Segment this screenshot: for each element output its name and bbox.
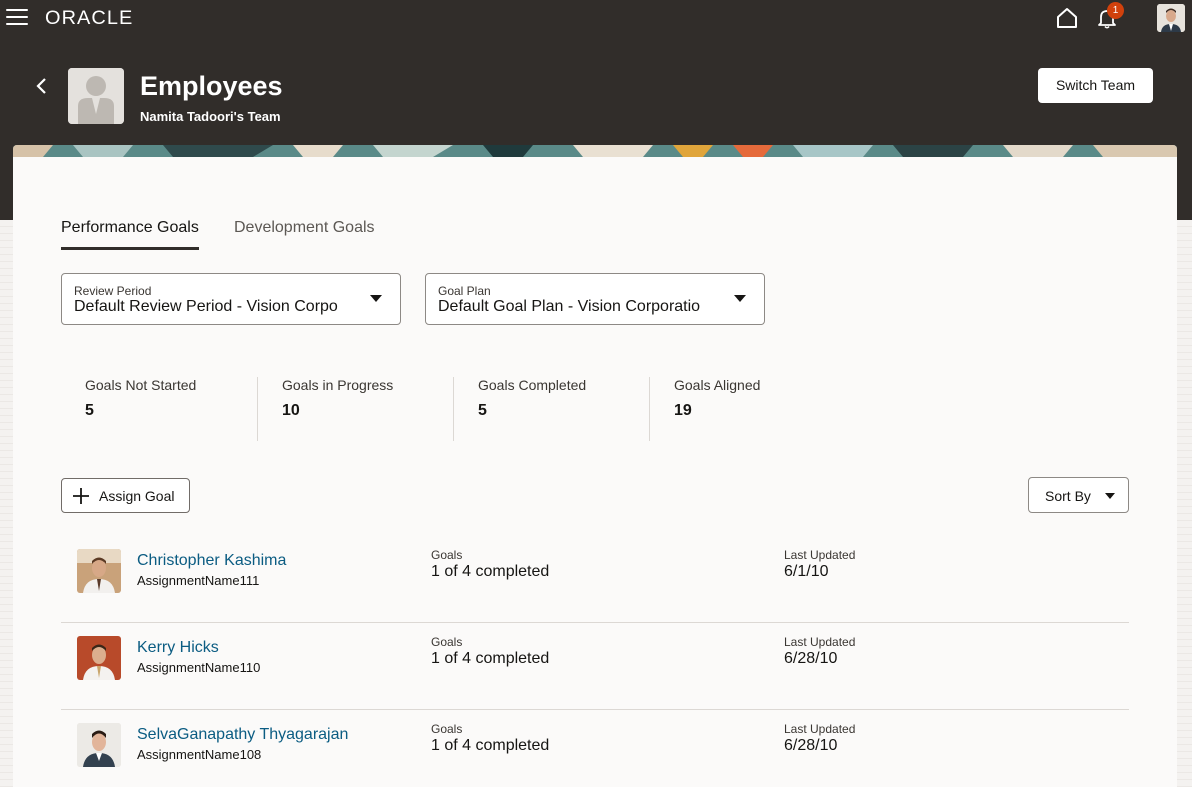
employee-avatar [77,723,121,767]
stat-goals-aligned[interactable]: Goals Aligned 19 [649,377,845,441]
assign-goal-label: Assign Goal [99,488,175,504]
employee-name-link[interactable]: Christopher Kashima [137,552,286,570]
menu-icon[interactable] [6,9,28,27]
last-updated-label: Last Updated [784,635,856,649]
goals-label: Goals [431,722,463,736]
goals-label: Goals [431,635,463,649]
stat-value: 5 [478,402,487,419]
last-updated-label: Last Updated [784,722,856,736]
plus-icon [73,488,89,504]
employee-assignment: AssignmentName110 [137,660,261,675]
notification-badge: 1 [1107,2,1124,19]
employee-name-link[interactable]: Kerry Hicks [137,639,219,657]
sort-by-button[interactable]: Sort By [1028,477,1129,513]
page-title: Employees [140,71,283,101]
goals-value: 1 of 4 completed [431,563,550,580]
stat-value: 19 [674,402,692,419]
decorative-banner [13,145,1177,157]
back-arrow-icon[interactable] [32,76,52,96]
global-header: ORACLE 1 [0,0,1192,38]
employee-avatar [77,636,121,680]
home-icon[interactable] [1056,7,1078,29]
goal-plan-value: Default Goal Plan - Vision Corporatio [438,298,701,315]
review-period-select[interactable]: Review Period Default Review Period - Vi… [61,273,401,325]
stat-value: 10 [282,402,300,419]
goals-label: Goals [431,548,463,562]
stat-goals-completed[interactable]: Goals Completed 5 [453,377,649,441]
user-avatar[interactable] [1157,4,1185,32]
goal-plan-select[interactable]: Goal Plan Default Goal Plan - Vision Cor… [425,273,765,325]
employee-row[interactable]: SelvaGanapathy Thyagarajan AssignmentNam… [61,709,1129,787]
oracle-logo: ORACLE [45,8,134,29]
tab-development-goals[interactable]: Development Goals [234,219,375,247]
goals-card: Performance Goals Development Goals Revi… [13,145,1177,787]
employee-name-link[interactable]: SelvaGanapathy Thyagarajan [137,726,348,744]
review-period-label: Review Period [74,284,152,298]
employee-row[interactable]: Kerry Hicks AssignmentName110 Goals 1 of… [61,622,1129,709]
last-updated-value: 6/28/10 [784,737,838,754]
employee-assignment: AssignmentName108 [137,747,262,762]
employee-avatar [77,549,121,593]
stat-goals-in-progress[interactable]: Goals in Progress 10 [257,377,453,441]
stat-label: Goals Completed [478,377,587,393]
sort-by-label: Sort By [1045,488,1091,504]
last-updated-value: 6/1/10 [784,563,829,580]
tab-performance-goals[interactable]: Performance Goals [61,219,199,250]
last-updated-label: Last Updated [784,548,856,562]
page-subtitle: Namita Tadoori's Team [140,109,281,124]
goals-value: 1 of 4 completed [431,737,550,754]
last-updated-value: 6/28/10 [784,650,838,667]
stat-label: Goals Not Started [85,377,197,393]
stat-value: 5 [85,402,94,419]
stat-label: Goals in Progress [282,377,394,393]
switch-team-button[interactable]: Switch Team [1038,68,1153,103]
stat-label: Goals Aligned [674,377,761,393]
chevron-down-icon [734,295,746,302]
goals-value: 1 of 4 completed [431,650,550,667]
assign-goal-button[interactable]: Assign Goal [61,478,190,513]
goal-plan-label: Goal Plan [438,284,491,298]
review-period-value: Default Review Period - Vision Corpo [74,298,338,315]
chevron-down-icon [370,295,382,302]
caret-down-icon [1105,493,1115,499]
team-avatar [68,68,124,124]
stat-goals-not-started[interactable]: Goals Not Started 5 [61,377,257,441]
employee-row[interactable]: Christopher Kashima AssignmentName111 Go… [61,536,1129,623]
employee-assignment: AssignmentName111 [137,573,260,588]
